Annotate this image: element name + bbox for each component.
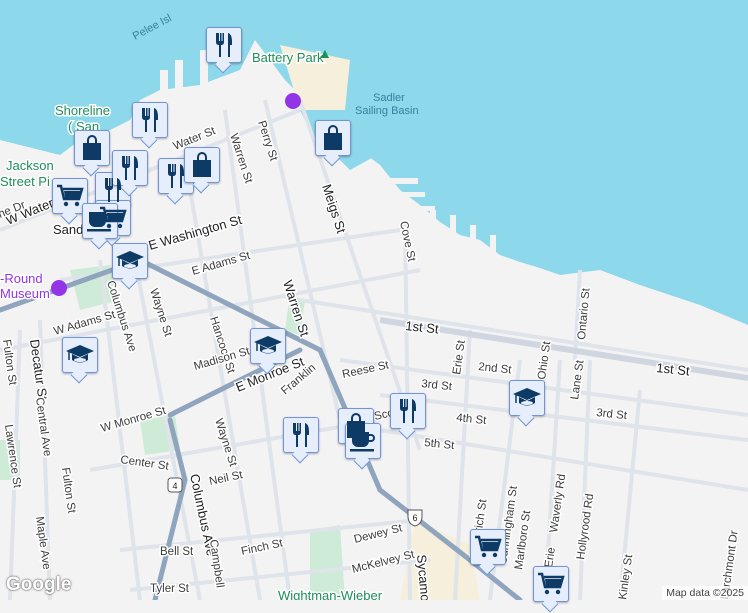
restaurant-icon [168, 164, 184, 188]
school-icon [513, 388, 541, 406]
park-tree-icon: ▲ [318, 45, 332, 61]
svg-text:3rd St: 3rd St [421, 378, 454, 393]
label-museum-2: Museum [0, 286, 50, 301]
svg-text:Kinley St: Kinley St [617, 553, 635, 600]
restaurant-marker[interactable] [390, 393, 426, 429]
school-icon [254, 336, 282, 354]
svg-text:Wayne St: Wayne St [147, 287, 174, 338]
school-marker[interactable] [250, 328, 286, 364]
grocery-marker[interactable] [533, 566, 569, 602]
svg-text:Tyler St: Tyler St [150, 583, 190, 595]
grocery-icon [538, 572, 565, 595]
label-battery-park[interactable]: Battery Park [251, 49, 326, 67]
route-4-shield: 4 [167, 477, 183, 493]
svg-text:1st St: 1st St [656, 360, 691, 378]
label-shoreline[interactable]: Shoreline [54, 102, 112, 120]
svg-text:Decatur St: Decatur St [27, 338, 50, 401]
grocery-marker[interactable] [470, 529, 506, 565]
svg-text:Finch St: Finch St [240, 537, 285, 558]
shopping-icon [324, 125, 342, 150]
restaurant-icon [122, 156, 138, 180]
school-marker[interactable] [509, 380, 545, 416]
svg-text:4: 4 [172, 481, 177, 491]
label-wightman: Wightman-Wieber [278, 588, 383, 600]
route-6-shield: 6 [407, 509, 423, 527]
cafe-marker[interactable] [82, 203, 118, 239]
label-museum[interactable]: -Round [0, 270, 44, 288]
cafe-marker[interactable] [345, 423, 381, 459]
restaurant-icon [216, 33, 232, 57]
label-jackson-2: Street Pi [0, 174, 50, 189]
school-icon [66, 345, 94, 363]
svg-text:Maple Ave: Maple Ave [33, 516, 52, 571]
museum-icon[interactable] [285, 93, 301, 109]
shopping-marker[interactable] [74, 130, 110, 166]
svg-text:Marlboro St: Marlboro St [513, 509, 533, 570]
shopping-icon [193, 152, 211, 177]
svg-text:2nd St: 2nd St [478, 361, 513, 376]
school-marker[interactable] [112, 243, 148, 279]
svg-text:Fulton St: Fulton St [59, 467, 77, 515]
restaurant-marker[interactable] [283, 417, 319, 453]
grocery-icon [475, 535, 502, 558]
svg-text:Bell St: Bell St [160, 546, 194, 558]
map-canvas[interactable]: Pelee Isl Battery Park ▲ Sadler Sailing … [0, 0, 748, 600]
svg-text:Central Ave: Central Ave [33, 397, 53, 457]
svg-text:4th St: 4th St [456, 412, 488, 427]
shopping-marker[interactable] [184, 147, 220, 183]
cafe-icon [350, 432, 375, 452]
shopping-icon [83, 135, 101, 160]
svg-text:6: 6 [412, 513, 417, 523]
svg-text:Cove St: Cove St [397, 220, 417, 263]
grocery-icon [57, 184, 84, 207]
school-icon [116, 251, 144, 269]
restaurant-icon [142, 108, 158, 132]
restaurant-marker[interactable] [132, 102, 168, 138]
label-sailing-basin: Sailing Basin [355, 105, 419, 117]
google-logo: Google [6, 574, 72, 595]
label-jackson[interactable]: Jackson [5, 157, 56, 175]
svg-text:Meigs St: Meigs St [319, 182, 349, 235]
shopping-marker[interactable] [315, 120, 351, 156]
svg-text:5th St: 5th St [424, 437, 456, 452]
map-attribution[interactable]: Map data ©2025 [662, 586, 748, 600]
restaurant-icon [293, 423, 309, 447]
museum-icon[interactable] [51, 280, 67, 296]
svg-text:1st St: 1st St [405, 318, 440, 336]
school-marker[interactable] [62, 337, 98, 373]
cafe-icon [87, 212, 112, 232]
restaurant-marker[interactable] [206, 27, 242, 63]
svg-text:Erie St: Erie St [451, 339, 468, 376]
svg-text:Hollyrood Rd: Hollyrood Rd [575, 493, 596, 561]
label-sadler: Sadler [373, 92, 405, 104]
restaurant-icon [400, 399, 416, 423]
